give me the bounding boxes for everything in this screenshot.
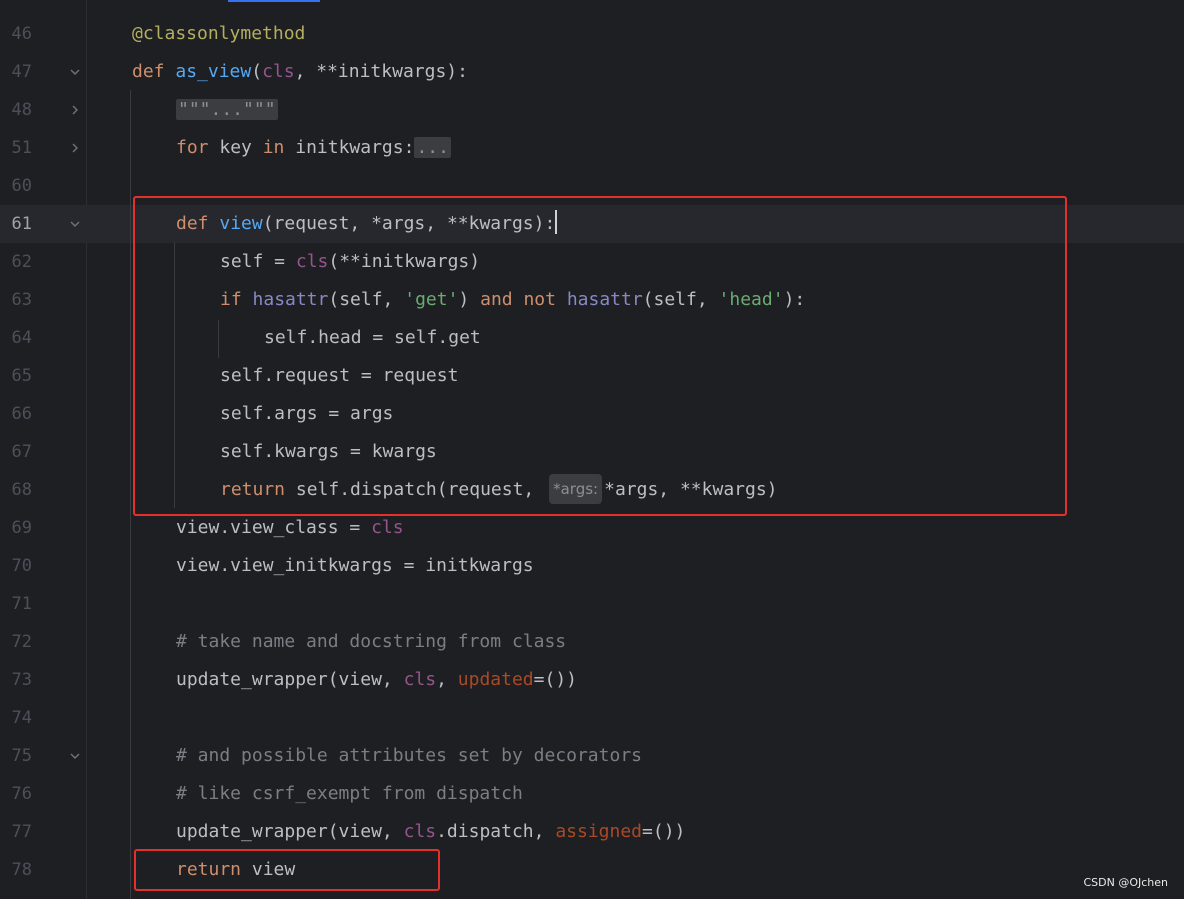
code-token: # and possible attributes set by decorat… <box>176 745 642 766</box>
line-number: 51 <box>11 138 32 158</box>
line-number: 77 <box>11 822 32 842</box>
line-number: 46 <box>11 24 32 44</box>
code-text: # like csrf_exempt from dispatch <box>176 775 523 813</box>
line-number: 64 <box>11 328 32 348</box>
code-line[interactable]: 46 @classonlymethod <box>0 15 1184 53</box>
line-number: 75 <box>11 746 32 766</box>
line-number: 74 <box>11 708 32 728</box>
code-text: # take name and docstring from class <box>176 623 566 661</box>
code-token: def <box>132 61 176 82</box>
code-token: cls <box>262 61 295 82</box>
line-number: 61 <box>11 214 32 234</box>
code-token: =()) <box>642 821 686 842</box>
line-number: 60 <box>11 176 32 196</box>
code-token: cls <box>403 669 437 690</box>
code-token: initkwargs: <box>295 137 415 158</box>
code-token: # like csrf_exempt from dispatch <box>176 783 523 804</box>
folded-region[interactable]: ... <box>414 137 451 158</box>
code-token: , <box>436 669 458 690</box>
line-number: 73 <box>11 670 32 690</box>
chevron-right-icon[interactable] <box>68 141 82 155</box>
code-line[interactable]: 73 update_wrapper(view, cls, updated=()) <box>0 661 1184 699</box>
folded-region[interactable]: """...""" <box>176 99 278 120</box>
chevron-down-icon[interactable] <box>68 749 82 763</box>
line-number: 67 <box>11 442 32 462</box>
code-line[interactable]: 47 def as_view(cls, **initkwargs): <box>0 53 1184 91</box>
line-number: 48 <box>11 100 32 120</box>
code-token: view.view_initkwargs = initkwargs <box>176 555 534 576</box>
code-line[interactable]: 71 <box>0 585 1184 623</box>
code-text: for key in initkwargs:... <box>176 129 451 167</box>
return-view-highlight-box <box>134 849 440 891</box>
code-token: =()) <box>533 669 577 690</box>
code-editor[interactable]: 46 @classonlymethod 47 def as_view(cls, **i… <box>0 0 1184 899</box>
code-token: updated <box>457 669 534 690</box>
line-number: 72 <box>11 632 32 652</box>
scroll-indicator <box>228 0 320 2</box>
code-token: # take name and docstring from class <box>176 631 567 652</box>
code-text: update_wrapper(view, cls, updated=()) <box>176 661 577 699</box>
code-line[interactable]: 70 view.view_initkwargs = initkwargs <box>0 547 1184 585</box>
code-line[interactable]: 74 <box>0 699 1184 737</box>
line-number: 66 <box>11 404 32 424</box>
code-text: update_wrapper(view, cls.dispatch, assig… <box>176 813 685 851</box>
code-token: for <box>176 137 220 158</box>
code-token: cls <box>371 517 404 538</box>
line-number: 78 <box>11 860 32 880</box>
code-token: cls <box>403 821 437 842</box>
line-number: 62 <box>11 252 32 272</box>
line-number: 76 <box>11 784 32 804</box>
code-text: """...""" <box>176 91 278 129</box>
code-token: .dispatch, <box>436 821 556 842</box>
code-text: @classonlymethod <box>132 15 305 53</box>
chevron-right-icon[interactable] <box>68 103 82 117</box>
code-line[interactable]: 51 for key in initkwargs:... <box>0 129 1184 167</box>
line-number: 65 <box>11 366 32 386</box>
code-text: def as_view(cls, **initkwargs): <box>132 53 468 91</box>
indent-guide <box>130 90 131 899</box>
code-token: update_wrapper(view, <box>176 669 404 690</box>
code-token: update_wrapper(view, <box>176 821 404 842</box>
watermark: CSDN @OJchen <box>1083 876 1168 889</box>
code-token: view.view_class = <box>176 517 372 538</box>
code-token: as_view <box>175 61 252 82</box>
code-line[interactable]: 77 update_wrapper(view, cls.dispatch, ass… <box>0 813 1184 851</box>
code-token: in <box>262 137 296 158</box>
line-number: 68 <box>11 480 32 500</box>
line-number: 70 <box>11 556 32 576</box>
chevron-down-icon[interactable] <box>68 217 82 231</box>
code-token: assigned <box>555 821 643 842</box>
view-function-highlight-box <box>133 196 1067 516</box>
code-text: # and possible attributes set by decorat… <box>176 737 642 775</box>
code-line[interactable]: 76 # like csrf_exempt from dispatch <box>0 775 1184 813</box>
code-line[interactable]: 72 # take name and docstring from class <box>0 623 1184 661</box>
chevron-down-icon[interactable] <box>68 65 82 79</box>
line-number: 69 <box>11 518 32 538</box>
code-token: @classonlymethod <box>132 23 306 44</box>
code-text: view.view_initkwargs = initkwargs <box>176 547 534 585</box>
code-line[interactable]: 75 # and possible attributes set by decor… <box>0 737 1184 775</box>
code-token: key <box>219 137 263 158</box>
line-number: 63 <box>11 290 32 310</box>
code-line[interactable]: 48 """...""" <box>0 91 1184 129</box>
code-token: , **initkwargs): <box>294 61 468 82</box>
line-number: 47 <box>11 62 32 82</box>
code-token: ( <box>251 61 263 82</box>
line-number: 71 <box>11 594 32 614</box>
